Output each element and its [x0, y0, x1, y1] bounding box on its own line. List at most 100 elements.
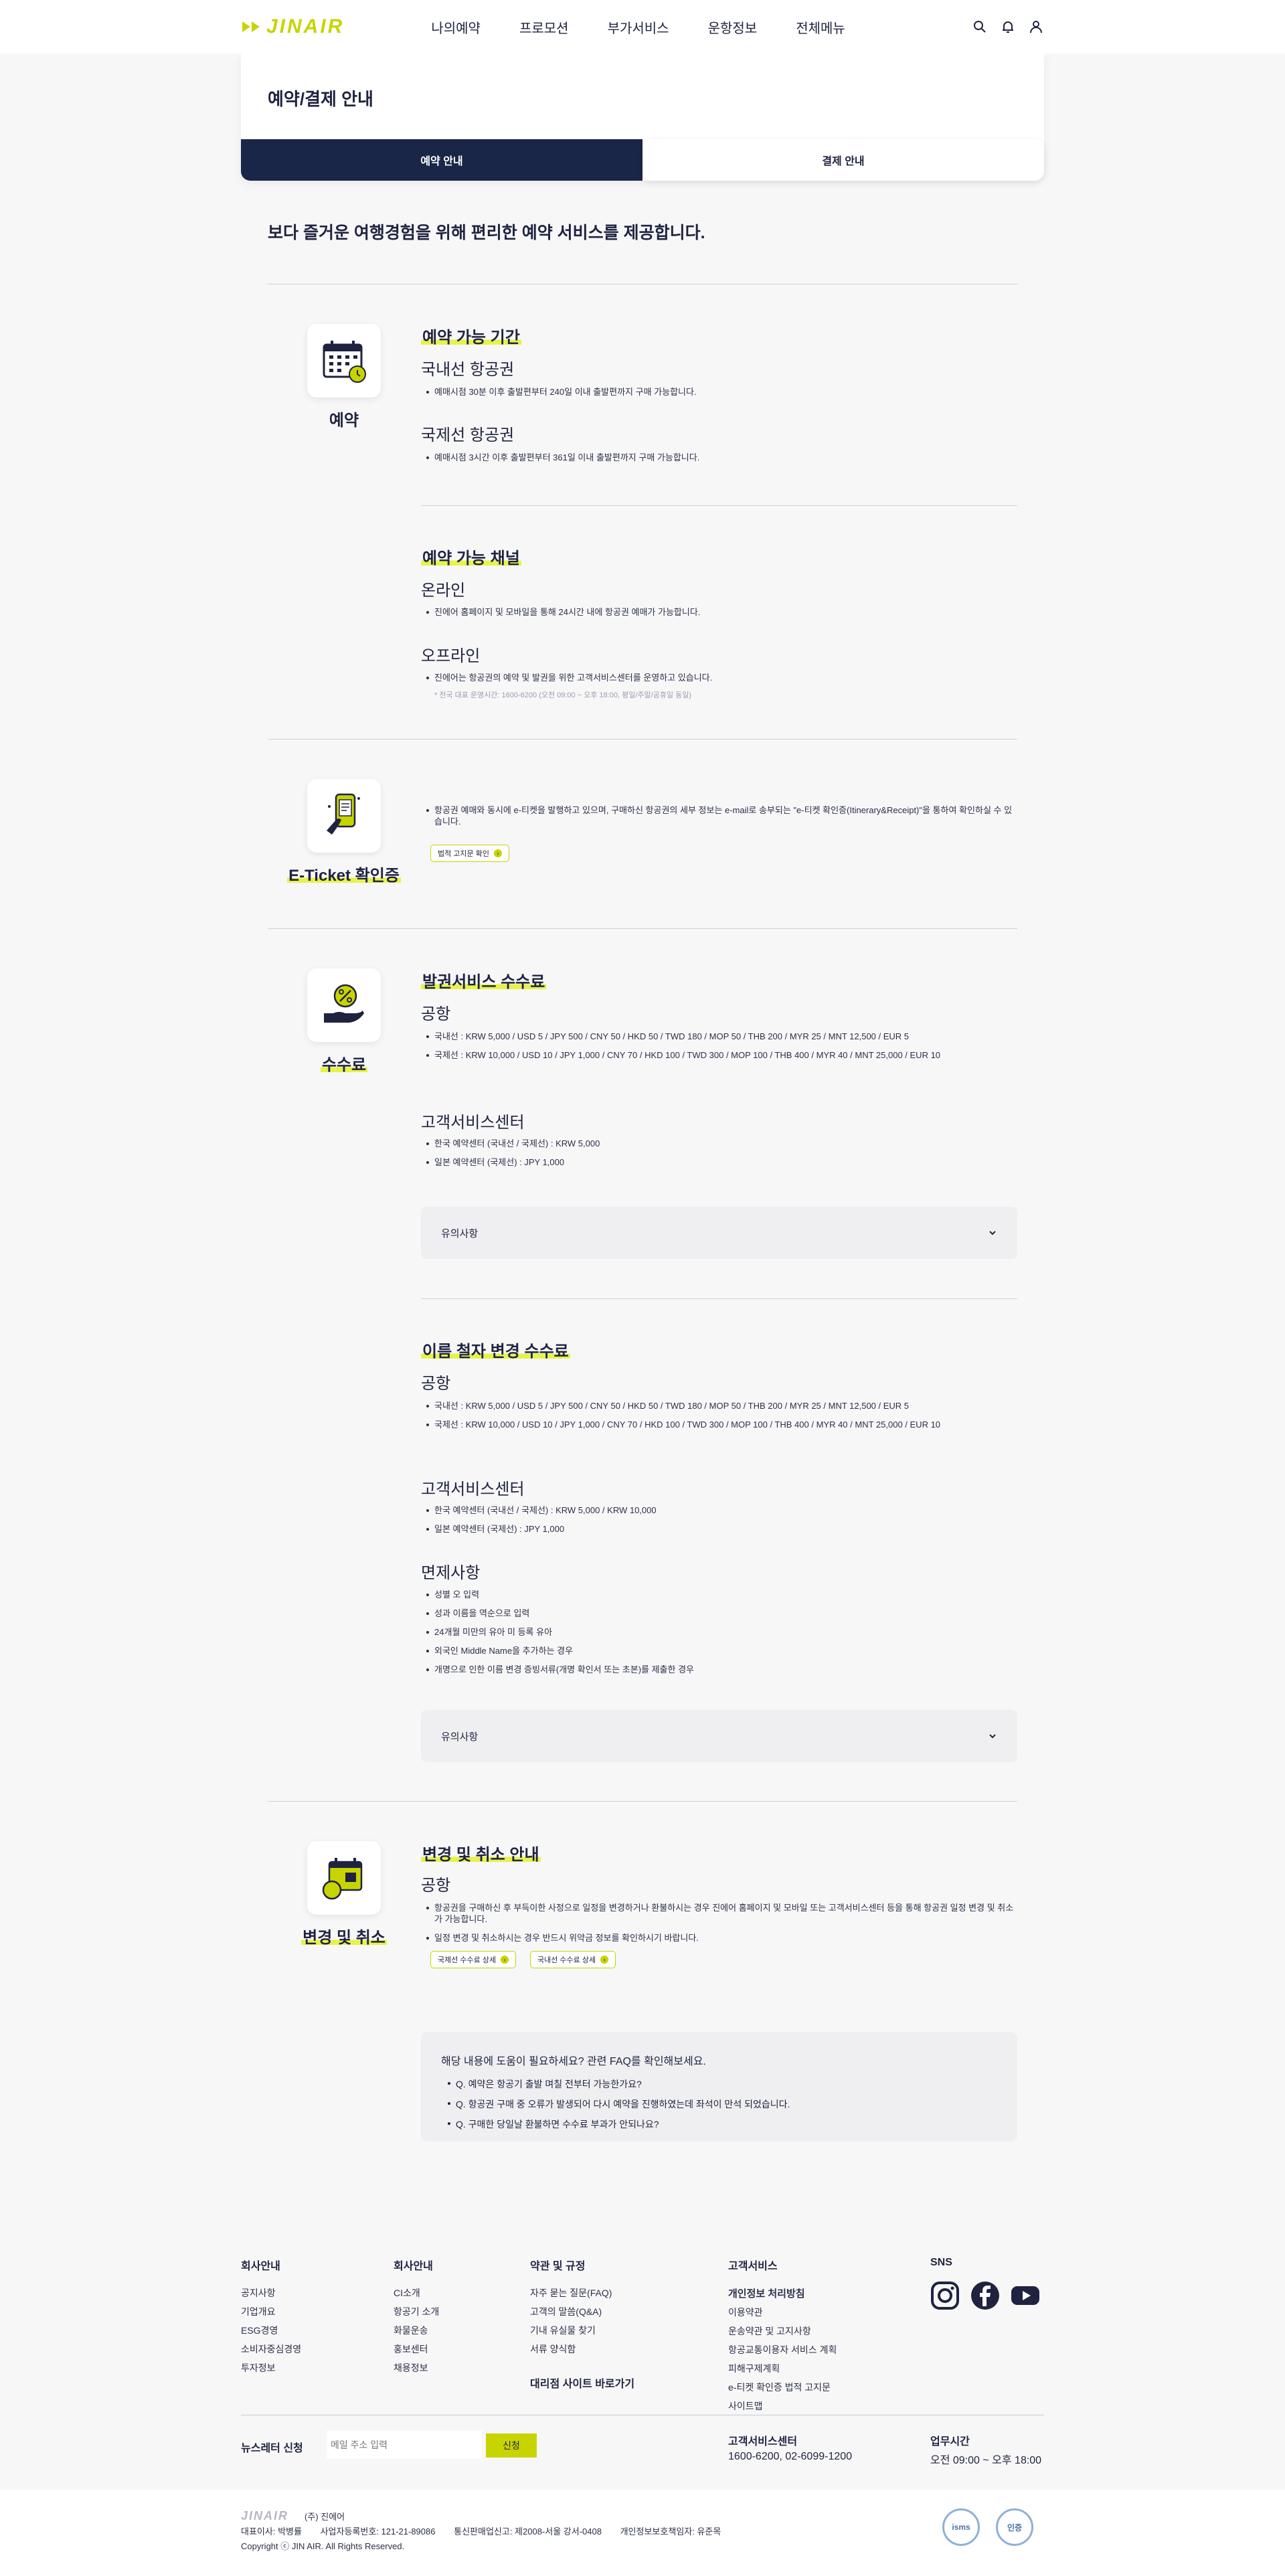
list-item: 예매시점 30분 이후 출발편부터 240일 이내 출발편까지 구매 가능합니다… — [421, 386, 1017, 398]
exempt-list: 성별 오 입력 성과 이름을 역순으로 입력 24개월 미만의 유아 미 등록 … — [421, 1589, 1010, 1683]
newsletter-email-input[interactable] — [327, 2431, 482, 2459]
footer-link[interactable]: 운송약관 및 고지사항 — [728, 2324, 837, 2338]
footer-link[interactable]: 사이트맵 — [728, 2399, 837, 2413]
intl-fee-detail-button[interactable]: 국제선 수수료 상세 › — [430, 1951, 517, 1968]
customer-center-title: 고객서비스센터 — [728, 2436, 798, 2448]
instagram-icon[interactable] — [930, 2281, 960, 2310]
nav-extra-services[interactable]: 부가서비스 — [608, 17, 669, 37]
tab-reservation-guide[interactable]: 예약 안내 — [241, 139, 642, 181]
eticket-section-icon: E-Ticket 확인증 — [287, 779, 401, 885]
page-tabs: 예약 안내 결제 안내 — [241, 139, 1044, 181]
change-list: 항공권을 구매하신 후 부득이한 사정으로 일정을 변경하거나 환불하시는 경우… — [421, 1902, 1017, 1951]
faq-link[interactable]: Q. 예약은 항공기 출발 며칠 전부터 가능한가요? — [441, 2077, 997, 2091]
footer-link[interactable]: 항공교통이용자 서비스 계획 — [728, 2343, 837, 2356]
footer-link[interactable]: 공지사항 — [241, 2286, 301, 2300]
rename-airport-title: 공항 — [421, 1375, 451, 1393]
agency-site-link[interactable]: 대리점 사이트 바로가기 — [530, 2375, 634, 2391]
change-airport-title: 공항 — [421, 1877, 451, 1895]
faq-link[interactable]: Q. 항공권 구매 중 오류가 발생되어 다시 예약을 진행하였는데 좌석이 만… — [441, 2097, 997, 2111]
legal-notice-label: 법적 고지문 확인 — [438, 850, 489, 858]
issue-fee-title: 발권서비스 수수료 — [421, 973, 547, 991]
list-item: 한국 예약센터 (국내선 / 국제선) : KRW 5,000 / KRW 10… — [421, 1505, 1010, 1516]
tab-payment-guide[interactable]: 결제 안내 — [642, 139, 1044, 181]
domestic-fee-detail-button[interactable]: 국내선 수수료 상세 › — [530, 1951, 616, 1968]
eticket-list: 항공권 예매와 동시에 e-티켓을 발행하고 있으며, 구매하신 항공권의 세부… — [421, 804, 1017, 835]
footer-link[interactable]: e-티켓 확인증 법적 고지문 — [728, 2381, 837, 2394]
international-ticket-list: 예매시점 3시간 이후 출발편부터 361일 이내 출발편까지 구매 가능합니다… — [421, 452, 1017, 470]
footer-link[interactable]: 피해구제계획 — [728, 2362, 837, 2375]
lead-text: 보다 즐거운 여행경험을 위해 편리한 예약 서비스를 제공합니다. — [268, 224, 705, 242]
rename-notice-accordion[interactable]: 유의사항 — [421, 1710, 1017, 1762]
user-icon[interactable] — [1028, 19, 1044, 35]
footer-link[interactable]: 이용약관 — [728, 2306, 837, 2319]
logo-text: JINAIR — [266, 15, 345, 37]
nav-flight-info[interactable]: 운항정보 — [708, 17, 758, 37]
faq-link[interactable]: Q. 구매한 당일날 환불하면 수수료 부과가 안되나요? — [441, 2118, 997, 2131]
domestic-ticket-list: 예매시점 30분 이후 출발편부터 240일 이내 출발편까지 구매 가능합니다… — [421, 386, 1017, 405]
footer-link[interactable]: 홍보센터 — [394, 2342, 439, 2356]
offline-list: 진에어는 항공권의 예약 및 발권을 위한 고객서비스센터를 운영하고 있습니다… — [421, 672, 1017, 691]
change-section-icon: 변경 및 취소 — [301, 1841, 387, 1948]
corp-name: (주) 진에어 — [305, 2512, 345, 2522]
eticket-icon-box — [307, 779, 381, 853]
nav-all-menu[interactable]: 전체메뉴 — [796, 17, 845, 37]
list-item: 국제선 : KRW 10,000 / USD 10 / JPY 1,000 / … — [421, 1419, 1010, 1430]
footer-link[interactable]: 항공기 소개 — [394, 2305, 439, 2318]
exempt-title: 면제사항 — [421, 1564, 481, 1582]
footer-company2-col: 회사안내 CI소개 항공기 소개 화물운송 홍보센터 채용정보 — [394, 2257, 439, 2380]
footer-link[interactable]: 채용정보 — [394, 2361, 439, 2375]
business-number: 사업자등록번호: 121-21-89086 — [320, 2526, 436, 2537]
site-header: JINAIR 나의예약 프로모션 부가서비스 운항정보 전체메뉴 — [0, 0, 1285, 54]
divider — [268, 739, 1017, 740]
footer-link[interactable]: 투자정보 — [241, 2361, 301, 2375]
arrow-right-icon: › — [493, 849, 502, 857]
footer-link[interactable]: 자주 묻는 질문(FAQ) — [530, 2286, 634, 2300]
newsletter-subscribe-button[interactable]: 신청 — [486, 2433, 537, 2458]
chevron-down-icon — [989, 1231, 996, 1235]
arrow-right-icon: › — [600, 1956, 609, 1964]
domestic-ticket-title: 국내선 항공권 — [421, 361, 515, 379]
footer-link[interactable]: 고객의 말씀(Q&A) — [530, 2305, 634, 2318]
list-item: 국내선 : KRW 5,000 / USD 5 / JPY 500 / CNY … — [421, 1400, 1010, 1411]
issue-notice-accordion[interactable]: 유의사항 — [421, 1207, 1017, 1259]
footer-link[interactable]: 기업개요 — [241, 2305, 301, 2318]
footer-link[interactable]: 소비자중심경영 — [241, 2342, 301, 2356]
channel-title: 예약 가능 채널 — [421, 549, 521, 568]
isms-cert-badge: isms — [942, 2508, 980, 2546]
footer-link[interactable]: 기내 유실물 찾기 — [530, 2324, 634, 2337]
privacy-policy-link[interactable]: 개인정보 처리방침 — [728, 2286, 837, 2300]
bell-icon[interactable] — [1000, 19, 1016, 35]
list-item: 국제선 : KRW 10,000 / USD 10 / JPY 1,000 / … — [421, 1049, 1010, 1061]
search-icon[interactable] — [972, 19, 988, 35]
list-item: 일본 예약센터 (국제선) : JPY 1,000 — [421, 1156, 1010, 1168]
nav-promotion[interactable]: 프로모션 — [519, 17, 569, 37]
footer-link[interactable]: ESG경영 — [241, 2324, 301, 2337]
period-title: 예약 가능 기간 — [421, 329, 521, 347]
fee-label: 수수료 — [320, 1056, 368, 1074]
newsletter-label: 뉴스레터 신청 — [241, 2443, 303, 2454]
footer-customer-col: 고객서비스 개인정보 처리방침 이용약관 운송약관 및 고지사항 항공교통이용자… — [728, 2257, 837, 2418]
rename-cs-title: 고객서비스센터 — [421, 1480, 525, 1498]
eticket-label: E-Ticket 확인증 — [287, 867, 401, 885]
customer-center-phone: 1600-6200, 02-6099-1200 — [728, 2451, 853, 2462]
footer-link[interactable]: 서류 양식함 — [530, 2342, 634, 2356]
youtube-icon[interactable] — [1011, 2281, 1040, 2310]
chevron-down-icon — [989, 1734, 996, 1739]
calendar-cancel-icon — [322, 1858, 363, 1900]
page-title: 예약/결제 안내 — [268, 89, 373, 109]
online-list: 진에어 홈페이지 및 모바일을 통해 24시간 내에 항공권 예매가 가능합니다… — [421, 606, 1017, 625]
international-ticket-title: 국제선 항공권 — [421, 426, 515, 444]
jinair-logo[interactable]: JINAIR — [241, 15, 344, 38]
footer-link[interactable]: CI소개 — [394, 2286, 439, 2300]
footer-terms-col: 약관 및 규정 자주 묻는 질문(FAQ) 고객의 말씀(Q&A) 기내 유실물… — [530, 2257, 634, 2391]
issue-cs-title: 고객서비스센터 — [421, 1114, 525, 1132]
offline-note: * 전국 대표 운영시간: 1600-6200 (오전 09:00 ~ 오후 1… — [434, 691, 692, 699]
nav-my-booking[interactable]: 나의예약 — [431, 17, 481, 37]
global-nav: 나의예약 프로모션 부가서비스 운항정보 전체메뉴 — [431, 17, 883, 37]
change-title: 변경 및 취소 안내 — [421, 1846, 541, 1864]
list-item: 개명으로 인한 이름 변경 증빙서류(개명 확인서 또는 초본)를 제출한 경우 — [421, 1664, 1010, 1675]
facebook-icon[interactable] — [970, 2281, 1000, 2310]
rename-airport-list: 국내선 : KRW 5,000 / USD 5 / JPY 500 / CNY … — [421, 1400, 1010, 1438]
legal-notice-button[interactable]: 법적 고지문 확인 › — [430, 845, 509, 862]
footer-link[interactable]: 화물운송 — [394, 2324, 439, 2337]
